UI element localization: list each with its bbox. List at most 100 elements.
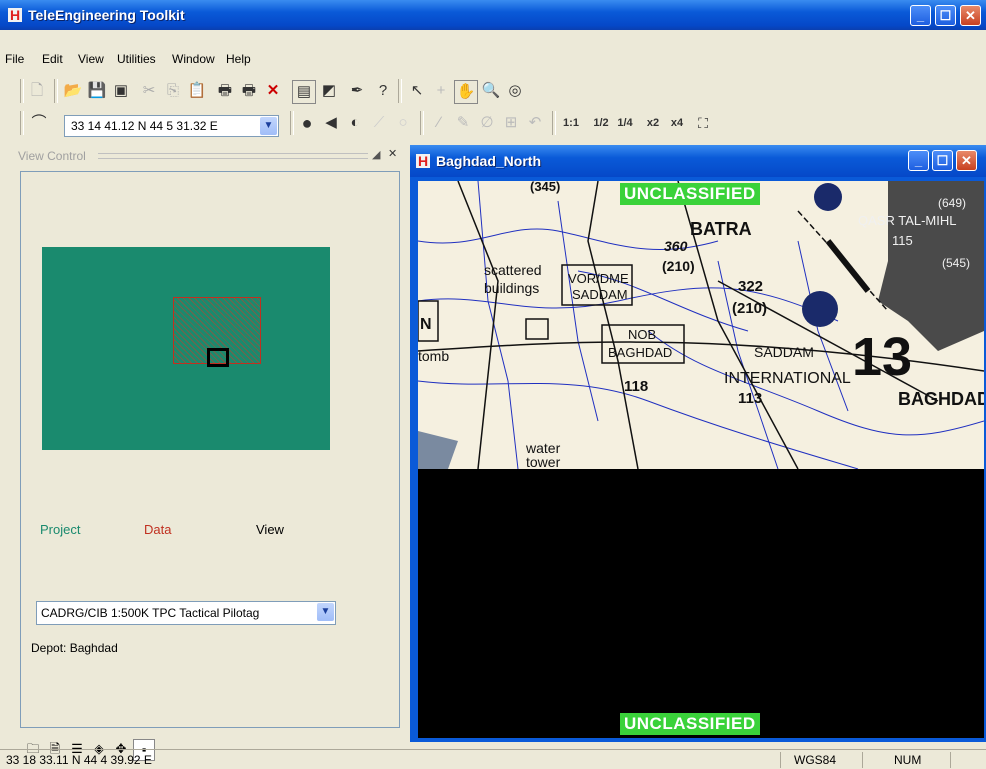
menu-view[interactable]: View [78,52,104,66]
app-icon: H [8,7,22,23]
status-datum: WGS84 [794,753,837,767]
copy-icon[interactable]: ⎘ [162,80,184,102]
map-label: VOR/DME [568,271,629,286]
paste-icon[interactable]: 📋 [186,80,208,102]
circle-filled-icon[interactable]: ● [296,112,318,134]
delete-icon[interactable]: ✕ [262,80,284,102]
menu-bar: File Edit View Utilities Window Help [0,48,986,70]
pointer-icon[interactable]: ↖ [406,80,428,102]
line-icon[interactable]: ⟋ [368,112,390,134]
minimize-button[interactable]: _ [910,5,931,26]
menu-help[interactable]: Help [226,52,251,66]
menu-file[interactable]: File [5,52,24,66]
menu-utilities[interactable]: Utilities [117,52,156,66]
map-label: 360 [664,238,688,254]
empty-circle-icon[interactable]: ○ [392,112,414,134]
zoom-x4-button[interactable]: x4 [666,112,688,134]
map-label: BAGHDAD [608,345,672,360]
map-label: scattered [484,262,542,278]
zoom-icon[interactable]: 🔍 [480,80,502,102]
classification-banner-top: UNCLASSIFIED [620,183,760,205]
maximize-button[interactable]: ☐ [935,5,956,26]
map-label: 13 [852,327,912,387]
map-label: (210) [732,300,767,317]
map-label: BAGHDAD [898,389,984,409]
pen-icon[interactable]: ✒ [346,80,368,102]
map-label: INTERNATIONAL [724,370,851,387]
app-window: H TeleEngineering Toolkit _ ☐ ✕ File Edi… [0,0,986,769]
cut-icon[interactable]: ✂ [138,80,160,102]
save-all-icon[interactable]: ▣ [110,80,132,102]
zoom-quarter-button[interactable]: 1/4 [614,112,636,134]
map-maximize-button[interactable]: ☐ [932,150,953,171]
classification-banner-bottom: UNCLASSIFIED [620,713,760,735]
print-icon[interactable]: 🖶 [214,80,236,102]
draw-line-icon[interactable]: ∕ [428,112,450,134]
depot-label: Depot: Baghdad [31,641,118,655]
menu-window[interactable]: Window [172,52,215,66]
view-control-title: View Control [18,149,86,163]
title-bar[interactable]: H TeleEngineering Toolkit _ ☐ ✕ [0,0,986,30]
map-canvas[interactable]: (345) BATRA 360 (210) scattered building… [418,181,984,469]
map-label: 322 [738,278,763,295]
half-circle-icon[interactable]: ◐ [344,112,366,134]
globe-icon[interactable]: ◎ [504,80,526,102]
map-minimize-button[interactable]: _ [908,150,929,171]
pan-hand-icon[interactable]: ✋ [454,80,478,104]
fullscreen-icon[interactable]: ⛶ [692,112,714,134]
map-label: (545) [942,256,970,270]
map-label: QASR TAL-MIHL [858,213,956,228]
chevron-down-icon[interactable]: ▼ [317,603,334,621]
close-button[interactable]: ✕ [960,5,981,26]
map-nodata-area[interactable]: UNCLASSIFIED [418,469,984,738]
zoom-half-button[interactable]: 1/2 [590,112,612,134]
map-label: (210) [662,258,695,274]
print-preview-icon[interactable]: 🖶 [238,80,260,102]
grid-icon[interactable]: ⊞ [500,112,522,134]
new-file-icon[interactable]: 🗋 [26,80,48,102]
status-coordinates: 33 18 33.11 N 44 4 39.92 E [6,753,152,767]
layout-icon[interactable]: ◩ [318,80,340,102]
overview-map[interactable] [42,247,330,450]
map-close-button[interactable]: ✕ [956,150,977,171]
status-bar: 33 18 33.11 N 44 4 39.92 E WGS84 NUM [0,749,986,769]
map-label: tomb [418,348,449,364]
view-control-toggle-icon[interactable]: ▤ [292,80,316,104]
draw-edit-icon[interactable]: ✎ [452,112,474,134]
map-window-icon: H [416,153,430,169]
view-control-header: View Control ◢ ✕ [18,143,404,169]
status-num: NUM [894,753,922,767]
legend-view: View [256,522,284,537]
map-label: 115 [892,233,913,248]
map-label: SADDAM [572,287,628,302]
panel-float-icon[interactable]: ◢ [372,148,380,161]
map-label: tower [526,454,561,469]
panel-close-icon[interactable]: ✕ [388,147,397,160]
map-label: (649) [938,196,966,210]
map-series-select[interactable]: CADRG/CIB 1:500K TPC Tactical Pilotag ▼ [36,601,336,625]
menu-edit[interactable]: Edit [42,52,63,66]
zoom-x2-button[interactable]: x2 [642,112,664,134]
view-control-panel: View Control ◢ ✕ Project Data View CADRG… [18,143,404,761]
null-icon[interactable]: ∅ [476,112,498,134]
undo-icon[interactable]: ↶ [524,112,546,134]
save-icon[interactable]: 💾 [86,80,108,102]
legend-data: Data [144,522,172,537]
crosshair-icon[interactable]: + [430,80,452,102]
map-label: BATRA [690,219,752,239]
arrow-left-icon[interactable]: ◀ [320,112,342,134]
open-folder-icon[interactable]: 📂 [62,80,84,102]
map-label: N [420,316,432,333]
map-label: SADDAM [754,344,814,360]
map-label: (345) [530,181,560,194]
map-window-title-bar[interactable]: H Baghdad_North _ ☐ ✕ [410,145,986,177]
zoom-1-1-button[interactable]: 1:1 [560,112,582,134]
view-extent-box[interactable] [207,348,229,367]
map-window: H Baghdad_North _ ☐ ✕ (345) BATRA 360 (2… [410,145,986,742]
map-label: NOB [628,327,656,342]
panel-grip[interactable] [98,153,368,159]
map-label: buildings [484,280,539,296]
window-title: TeleEngineering Toolkit [28,7,185,23]
help-icon[interactable]: ? [372,80,394,102]
view-control-body: Project Data View CADRG/CIB 1:500K TPC T… [20,171,400,761]
